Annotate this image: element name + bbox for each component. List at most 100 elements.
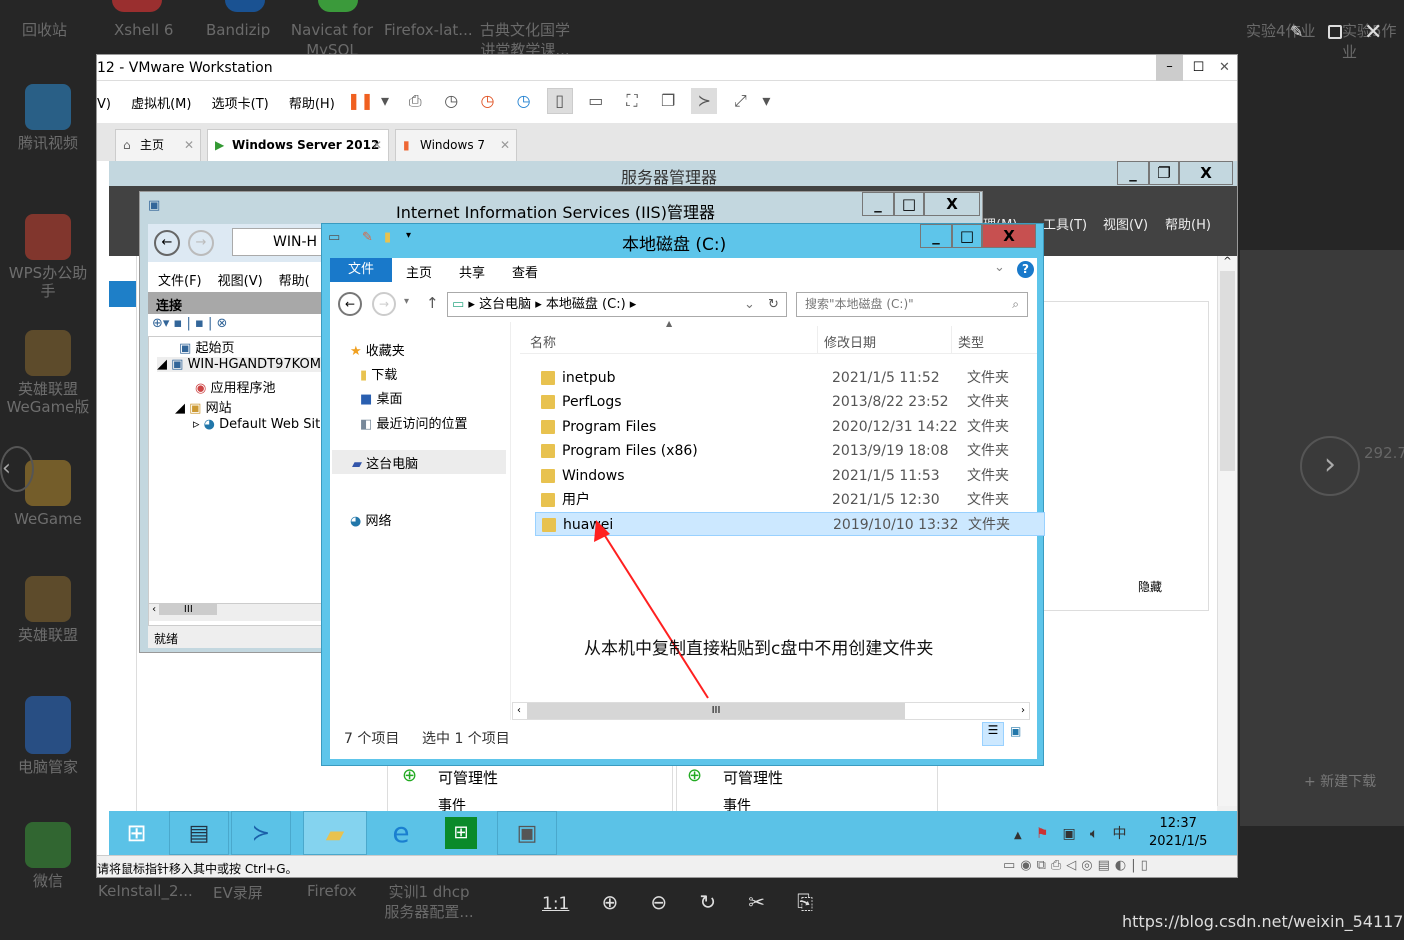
close-button[interactable]: X — [924, 192, 980, 216]
send-keys-icon[interactable]: ⎙ — [402, 88, 428, 114]
desktop-icon-lol[interactable]: 英雄联盟 — [6, 576, 90, 644]
desktop-icon-course[interactable]: 古典文化国学讲堂教学课... — [478, 20, 572, 54]
zoom-in-icon[interactable]: ⊕ — [602, 890, 619, 914]
hide-link[interactable]: 隐藏 — [1138, 578, 1162, 595]
file-row[interactable]: PerfLogs 2013/8/22 23:52 文件夹 — [535, 390, 1045, 414]
column-name[interactable]: 名称 — [520, 326, 818, 354]
taskbar-explorer[interactable]: ▰ — [303, 811, 367, 855]
file-row[interactable]: Windows 2021/1/5 11:53 文件夹 — [535, 464, 1045, 488]
action-center-icon[interactable]: ⚑ — [1036, 826, 1049, 842]
tree-server[interactable]: ◢ ▣ WIN-HGANDT97KOM — [157, 357, 329, 372]
tab-view[interactable]: 查看 — [512, 262, 538, 281]
desktop-icon-bandizip[interactable]: Bandizip — [206, 20, 270, 40]
forward-button[interactable]: → — [372, 292, 396, 316]
crop-icon[interactable]: ✂ — [748, 890, 765, 914]
snapshot-manager-icon[interactable]: ◷ — [511, 88, 537, 114]
console-icon[interactable]: ≻ — [691, 88, 718, 114]
recent-dropdown-icon[interactable]: ▾ — [404, 296, 409, 307]
close-button[interactable]: X — [1179, 161, 1233, 185]
maximize-button[interactable]: □ — [894, 192, 924, 216]
pin-icon[interactable]: ✎ — [1290, 22, 1303, 41]
file-row[interactable]: inetpub 2021/1/5 11:52 文件夹 — [535, 366, 1045, 390]
restore-button[interactable]: ❐ — [1149, 161, 1179, 185]
back-button[interactable]: ← — [154, 230, 180, 256]
tab-windows-7[interactable]: ▮ Windows 7 ✕ — [395, 129, 517, 161]
next-image-button[interactable]: › — [1300, 436, 1360, 496]
search-input[interactable]: 搜索"本地磁盘 (C:)" ⌕ — [796, 292, 1028, 317]
menu-tabs[interactable]: 选项卡(T) — [212, 97, 269, 112]
minimize-button[interactable]: _ — [862, 192, 894, 216]
minimize-button[interactable]: _ — [920, 224, 952, 248]
tree-start-page[interactable]: ▣ 起始页 — [179, 337, 234, 356]
tree-default-site[interactable]: ▹ ◕ Default Web Site — [193, 417, 328, 432]
file-row[interactable]: Program Files (x86) 2013/9/19 18:08 文件夹 — [535, 439, 1045, 463]
properties-icon[interactable]: ✎ — [362, 230, 373, 245]
desktop-icon-pc-manager[interactable]: 电脑管家 — [6, 696, 90, 776]
ime-indicator[interactable]: 中 — [1112, 823, 1126, 843]
tab-home[interactable]: 主页 — [406, 262, 432, 281]
device-icons[interactable]: ▭◉⧉⎙◁◎▤◐|▯ — [1003, 858, 1153, 873]
maximize-button[interactable]: ☐ — [1185, 55, 1212, 81]
forward-button[interactable]: → — [188, 230, 214, 256]
close-button[interactable]: X — [982, 224, 1036, 248]
start-button[interactable]: ⊞ — [109, 811, 164, 855]
new-folder-icon[interactable]: ▮ — [384, 230, 391, 245]
tab-home[interactable]: ⌂ 主页 ✕ — [115, 129, 201, 161]
close-tab-icon[interactable]: ✕ — [372, 130, 382, 160]
dropdown-icon[interactable]: ▾ — [378, 88, 392, 114]
file-row[interactable]: Program Files 2020/12/31 14:22 文件夹 — [535, 415, 1045, 439]
desktop-icon-wechat[interactable]: 微信 — [6, 822, 90, 890]
fullscreen-icon[interactable]: ⛶ — [619, 88, 645, 114]
nav-network[interactable]: ◕ 网络 — [350, 510, 392, 529]
menu-help[interactable]: 帮助(H) — [289, 97, 335, 112]
sidebar-toggle-icon[interactable]: ▯ — [546, 88, 573, 114]
maximize-button[interactable]: □ — [952, 224, 982, 248]
desktop-icon-dhcp[interactable]: 实训1 dhcp 服务器配置... — [383, 882, 475, 922]
up-button[interactable]: ↑ — [426, 294, 439, 312]
revert-snapshot-icon[interactable]: ◷ — [474, 88, 500, 114]
close-tab-icon[interactable]: ✕ — [500, 130, 510, 160]
dropdown-icon[interactable]: ▾ — [759, 88, 773, 114]
close-viewer-button[interactable]: ✕ — [1364, 20, 1382, 45]
horizontal-scrollbar[interactable]: ‹ III — [149, 603, 329, 621]
desktop-icon-lol-wegame[interactable]: 英雄联盟WeGame版 — [2, 330, 94, 416]
menu-vm[interactable]: 虚拟机(M) — [131, 97, 191, 112]
address-dropdown-icon[interactable]: ⌄ — [744, 293, 755, 316]
tab-share[interactable]: 共享 — [459, 262, 485, 281]
prev-image-button[interactable]: ‹ — [0, 446, 34, 492]
desktop-icon-lab4[interactable]: 实验4作业 — [1246, 20, 1316, 41]
address-bar[interactable]: ▭ ▸ 这台电脑 ▸ 本地磁盘 (C:) ▸ ⌄ ↻ — [447, 292, 787, 317]
nav-this-pc[interactable]: ▰ 这台电脑 — [332, 450, 506, 474]
taskbar-iis[interactable]: ▣ — [497, 811, 557, 855]
scroll-thumb[interactable]: III — [527, 703, 905, 719]
desktop-icon-firefox2[interactable]: Firefox — [307, 882, 357, 900]
expand-ribbon-icon[interactable]: ⌄ — [994, 260, 1005, 275]
taskbar-store[interactable]: ⊞ — [445, 817, 477, 849]
nav-recent[interactable]: ◧ 最近访问的位置 — [360, 413, 467, 432]
desktop-icon-recycle[interactable]: 回收站 — [22, 20, 67, 40]
menu-tools[interactable]: 工具(T) — [1043, 214, 1087, 233]
details-view-button[interactable]: ☰ — [982, 722, 1004, 746]
snapshot-icon[interactable]: ◷ — [438, 88, 464, 114]
back-button[interactable]: ← — [338, 292, 362, 316]
rotate-icon[interactable]: ↻ — [699, 890, 716, 914]
nav-desktop[interactable]: ■ 桌面 — [360, 388, 402, 407]
save-icon[interactable]: ⎘ — [797, 890, 813, 914]
desktop-icon-firefox[interactable]: Firefox-lat... — [384, 20, 473, 40]
minimize-button[interactable]: – — [1156, 55, 1183, 81]
stretch-icon[interactable]: ⤢ — [727, 88, 753, 114]
close-tab-icon[interactable]: ✕ — [184, 130, 194, 160]
nav-downloads[interactable]: ▮ 下载 — [360, 364, 397, 383]
menu-help[interactable]: 帮助(H) — [1165, 214, 1211, 233]
menu-view[interactable]: 视图(V) — [1103, 214, 1148, 233]
refresh-icon[interactable]: ↻ — [768, 293, 779, 316]
actual-size-button[interactable]: 1:1 — [542, 894, 569, 914]
tab-windows-server-2012[interactable]: ▶ Windows Server 2012 ✕ — [207, 129, 389, 161]
scrollbar[interactable]: ^ — [1217, 256, 1237, 806]
minimize-button[interactable]: _ — [1117, 161, 1149, 185]
clock[interactable]: 12:37 2021/1/5 — [1149, 815, 1207, 851]
desktop-icon-keinstall[interactable]: KeInstall_2... — [98, 882, 193, 900]
unity-icon[interactable]: ❐ — [655, 88, 681, 114]
menu-help[interactable]: 帮助( — [279, 274, 310, 289]
close-button[interactable]: ✕ — [1211, 55, 1238, 81]
